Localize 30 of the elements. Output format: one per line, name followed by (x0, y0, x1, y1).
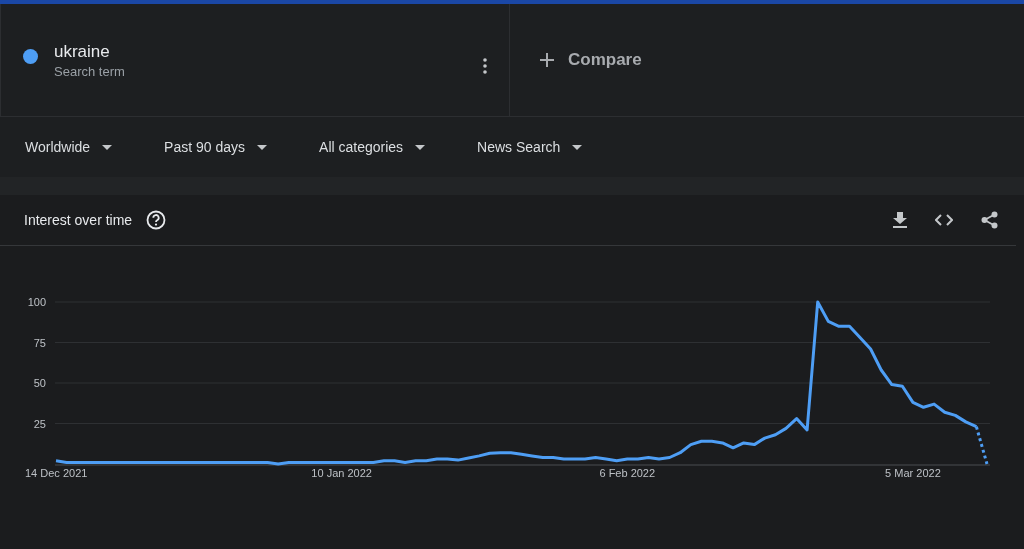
filter-dropdown[interactable]: Past 90 days (153, 130, 279, 164)
partial-data-line (974, 426, 989, 465)
x-tick-label: 14 Dec 2021 (25, 467, 88, 479)
embed-button[interactable] (933, 212, 955, 228)
plus-icon (540, 53, 554, 67)
share-button[interactable] (979, 209, 1000, 231)
compare-button[interactable]: Compare (532, 43, 650, 77)
download-button[interactable] (891, 210, 909, 230)
caret-icon (257, 144, 268, 150)
download-icon (893, 212, 907, 228)
search-term: ukraine (54, 42, 111, 63)
caret-icon (572, 144, 583, 150)
x-tick-label: 6 Feb 2022 (599, 467, 656, 479)
menu-icon (483, 58, 487, 74)
filter-dropdown[interactable]: Worldwide (14, 130, 124, 164)
filter-dropdown[interactable]: News Search (466, 130, 594, 164)
x-tick-label: 5 Mar 2022 (885, 467, 941, 479)
y-tick-label: 25 (33, 417, 46, 430)
y-tick-label: 100 (27, 296, 46, 308)
chart-title: Interest over time (24, 210, 133, 230)
code-icon (935, 214, 953, 226)
caret-icon (415, 144, 426, 150)
term-subtitle: Search term (54, 63, 125, 82)
x-tick-label: 10 Jan 2022 (311, 467, 372, 479)
y-tick-label: 50 (33, 377, 46, 389)
filter-dropdown[interactable]: All categories (308, 130, 437, 164)
caret-icon (102, 144, 113, 150)
y-tick-label: 75 (33, 336, 46, 349)
help-icon (146, 210, 167, 230)
share-icon (981, 211, 998, 229)
